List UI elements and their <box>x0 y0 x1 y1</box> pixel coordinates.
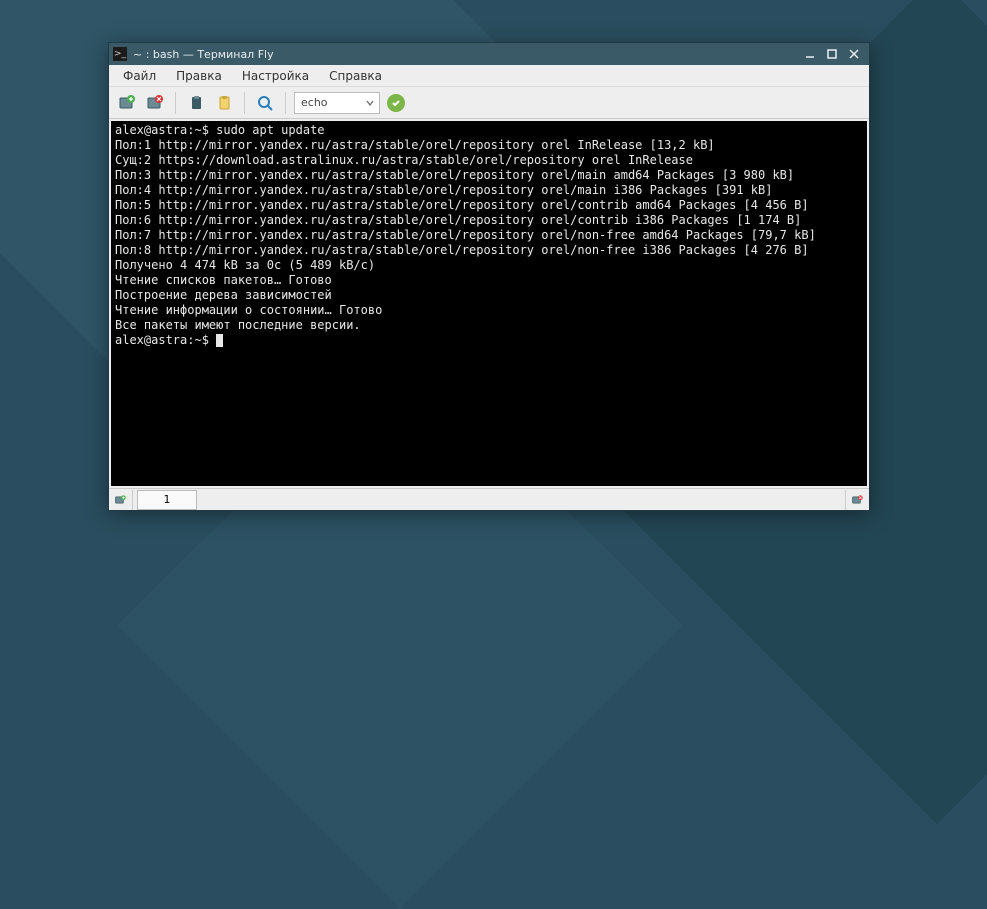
close-button[interactable] <box>843 44 865 64</box>
menu-help[interactable]: Справка <box>319 67 392 85</box>
output-line: Чтение информации о состоянии… Готово <box>115 303 382 317</box>
combo-value: echo <box>301 96 328 109</box>
window-title: ~ : bash — Терминал Fly <box>133 48 799 61</box>
output-line: Пол:5 http://mirror.yandex.ru/astra/stab… <box>115 198 809 212</box>
minimize-button[interactable] <box>799 44 821 64</box>
new-tab-button[interactable] <box>115 91 139 115</box>
copy-button[interactable] <box>184 91 208 115</box>
output-line: Чтение списков пакетов… Готово <box>115 273 332 287</box>
cursor <box>216 334 223 347</box>
output-line: Пол:4 http://mirror.yandex.ru/astra/stab… <box>115 183 772 197</box>
run-command-button[interactable] <box>384 91 406 115</box>
output-line: Пол:1 http://mirror.yandex.ru/astra/stab… <box>115 138 715 152</box>
check-icon <box>387 94 405 112</box>
menu-settings[interactable]: Настройка <box>232 67 319 85</box>
command-combo[interactable]: echo <box>294 92 380 114</box>
output-line: Все пакеты имеют последние версии. <box>115 318 361 332</box>
prompt-line: alex@astra:~$ <box>115 333 223 347</box>
app-icon: >_ <box>113 47 127 61</box>
menu-file[interactable]: Файл <box>113 67 166 85</box>
chevron-down-icon <box>363 99 377 107</box>
menubar: Файл Правка Настройка Справка <box>109 65 869 87</box>
titlebar[interactable]: >_ ~ : bash — Терминал Fly <box>109 43 869 65</box>
status-close-tab-button[interactable] <box>845 490 869 510</box>
output-line: Пол:3 http://mirror.yandex.ru/astra/stab… <box>115 168 794 182</box>
status-new-tab-button[interactable] <box>109 490 133 510</box>
output-line: Сущ:2 https://download.astralinux.ru/ast… <box>115 153 693 167</box>
output-line: Пол:6 http://mirror.yandex.ru/astra/stab… <box>115 213 801 227</box>
terminal-tab-1[interactable]: 1 <box>137 490 197 510</box>
output-line: Построение дерева зависимостей <box>115 288 332 302</box>
toolbar: echo <box>109 87 869 119</box>
search-button[interactable] <box>253 91 277 115</box>
terminal-window: >_ ~ : bash — Терминал Fly Файл Правка Н… <box>108 42 870 511</box>
terminal-output[interactable]: alex@astra:~$ sudo apt update Пол:1 http… <box>111 121 867 486</box>
close-tab-button[interactable] <box>143 91 167 115</box>
statusbar: 1 <box>109 488 869 510</box>
maximize-button[interactable] <box>821 44 843 64</box>
paste-button[interactable] <box>212 91 236 115</box>
output-line: Пол:7 http://mirror.yandex.ru/astra/stab… <box>115 228 816 242</box>
output-line: Получено 4 474 kB за 0с (5 489 kB/c) <box>115 258 375 272</box>
menu-edit[interactable]: Правка <box>166 67 232 85</box>
output-line: Пол:8 http://mirror.yandex.ru/astra/stab… <box>115 243 809 257</box>
prompt-line: alex@astra:~$ sudo apt update <box>115 123 325 137</box>
